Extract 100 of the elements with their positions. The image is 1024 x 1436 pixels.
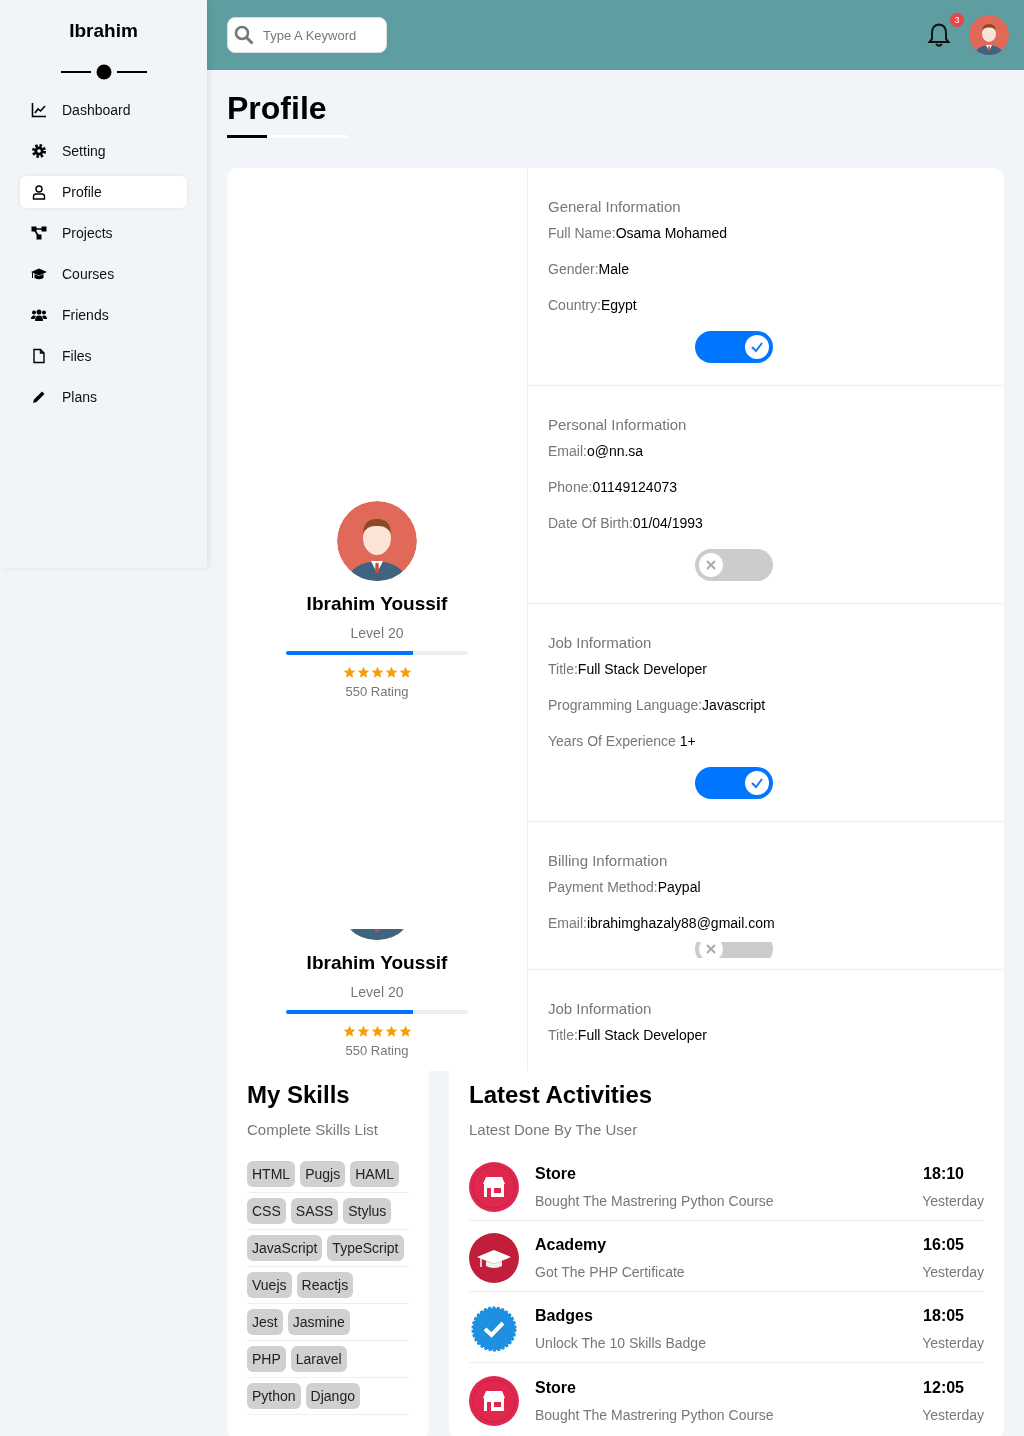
section-title: Billing Information: [548, 852, 669, 869]
avatar: [969, 15, 1009, 55]
info-field: Full Name:Osama Mohamed: [548, 225, 984, 242]
nav-item[interactable]: Files: [20, 340, 187, 372]
bell-icon[interactable]: [927, 22, 951, 48]
skill-tag: Django: [305, 1383, 360, 1409]
star-icon: [370, 1025, 384, 1038]
star-icon: [398, 1025, 412, 1038]
star-icon: [356, 1025, 370, 1038]
info-field: Email:o@nn.sa: [548, 443, 984, 460]
info-field: Country:Egypt: [548, 297, 984, 314]
star-icon: [356, 666, 370, 679]
nav-item[interactable]: Dashboard: [20, 94, 187, 126]
users-icon: [31, 307, 47, 323]
activity-day: Yesterday: [922, 1193, 984, 1209]
close-icon: [704, 943, 717, 955]
skills-title: My Skills: [247, 1081, 351, 1109]
profile-name: Ibrahim Youssif: [306, 593, 448, 615]
activity-title: Store: [535, 1378, 577, 1397]
section-title: Job Information: [548, 634, 653, 651]
nav-item[interactable]: Friends: [20, 299, 187, 331]
skill-tag: SASS: [290, 1198, 339, 1224]
section-title: General Information: [548, 198, 682, 215]
activity-description: Bought The Mastrering Python Course: [535, 1406, 775, 1423]
star-icon: [384, 1025, 398, 1038]
activity-time: 12:05: [923, 1378, 965, 1397]
check-icon: [749, 340, 764, 354]
info-field: Payment Method:Paypal: [548, 879, 984, 896]
nav-item[interactable]: Projects: [20, 217, 187, 249]
section-title: Job Information: [548, 1000, 653, 1017]
nav-item[interactable]: Plans: [20, 381, 187, 413]
star-icon: [342, 666, 356, 679]
section-title: Personal Information: [548, 416, 688, 433]
skill-tag: TypeScript: [327, 1235, 404, 1261]
check-badge-icon: [469, 1304, 519, 1354]
toggle-switch[interactable]: [694, 767, 773, 799]
skill-tag: HAML: [350, 1161, 400, 1187]
store-icon: [469, 1162, 519, 1212]
level-label: Level 20: [350, 984, 404, 1000]
skills-subtitle: Complete Skills List: [247, 1121, 379, 1138]
activities-subtitle: Latest Done By The User: [469, 1121, 639, 1138]
chart-icon: [31, 102, 47, 118]
sidebar-title: Ibrahim: [69, 20, 138, 42]
skill-tag: Jest: [247, 1309, 283, 1335]
skill-tag: PHP: [247, 1346, 286, 1372]
activity-time: 18:10: [923, 1165, 965, 1183]
nav-item[interactable]: Setting: [20, 135, 187, 167]
skill-tag: Pugjs: [300, 1161, 346, 1187]
search-field[interactable]: Type A Keyword: [227, 17, 387, 53]
info-field: Phone:01149124073: [548, 479, 984, 496]
skill-tag: JavaScript: [247, 1235, 323, 1261]
activity-time: 16:05: [923, 1236, 965, 1254]
skill-tag: Vuejs: [247, 1272, 292, 1298]
skill-tag: HTML: [247, 1161, 296, 1187]
activities-title: Latest Activities: [469, 1081, 654, 1109]
activity-description: Got The PHP Certificate: [535, 1264, 686, 1280]
toggle-switch[interactable]: [694, 549, 773, 581]
level-label: Level 20: [350, 625, 404, 641]
nav-item[interactable]: Profile: [20, 176, 187, 208]
info-field: Programming Language:Javascript: [548, 697, 984, 714]
info-field: Years Of Experience 1+: [548, 733, 984, 750]
info-field: Title:Full Stack Developer: [548, 661, 984, 678]
activity-title: Badges: [535, 1307, 594, 1325]
activity-description: Unlock The 10 Skills Badge: [535, 1335, 707, 1351]
skill-tag: Stylus: [343, 1198, 392, 1224]
rating-count: 550 Rating: [345, 1043, 409, 1058]
skill-tag: Reactjs: [296, 1272, 354, 1298]
rating-count: 550 Rating: [345, 684, 409, 699]
user-icon: [31, 184, 47, 200]
star-icon: [398, 666, 412, 679]
skill-tag: Python: [247, 1383, 301, 1409]
activity-day: Yesterday: [922, 1406, 984, 1423]
pencil-icon: [31, 389, 47, 405]
gear-icon: [31, 143, 47, 159]
check-icon: [749, 776, 764, 790]
nodes-icon: [31, 225, 47, 241]
activity-description: Bought The Mastrering Python Course: [535, 1193, 775, 1209]
info-field: Email:ibrahimghazaly88@gmail.com: [548, 915, 984, 932]
skill-tag: CSS: [247, 1198, 286, 1224]
divider-dot-icon: [60, 64, 147, 80]
nav-item[interactable]: Courses: [20, 258, 187, 290]
info-field: Title:Full Stack Developer: [548, 1027, 984, 1044]
file-icon: [31, 348, 47, 364]
activity-time: 18:05: [923, 1307, 965, 1325]
activity-day: Yesterday: [922, 1264, 984, 1280]
page-title: Profile: [227, 90, 328, 126]
activity-title: Store: [535, 1165, 577, 1183]
skill-tag: Laravel: [290, 1346, 347, 1372]
search-icon: [234, 25, 254, 45]
notification-badge: 3: [950, 13, 964, 27]
info-field: Gender:Male: [548, 261, 984, 278]
graduation-cap-icon: [469, 1233, 519, 1283]
star-icon: [384, 666, 398, 679]
close-icon: [704, 559, 717, 571]
activity-day: Yesterday: [922, 1335, 984, 1351]
star-icon: [342, 1025, 356, 1038]
toggle-switch[interactable]: [694, 331, 773, 363]
store-icon: [469, 1375, 519, 1426]
activity-title: Academy: [535, 1236, 608, 1254]
profile-name: Ibrahim Youssif: [306, 952, 448, 974]
